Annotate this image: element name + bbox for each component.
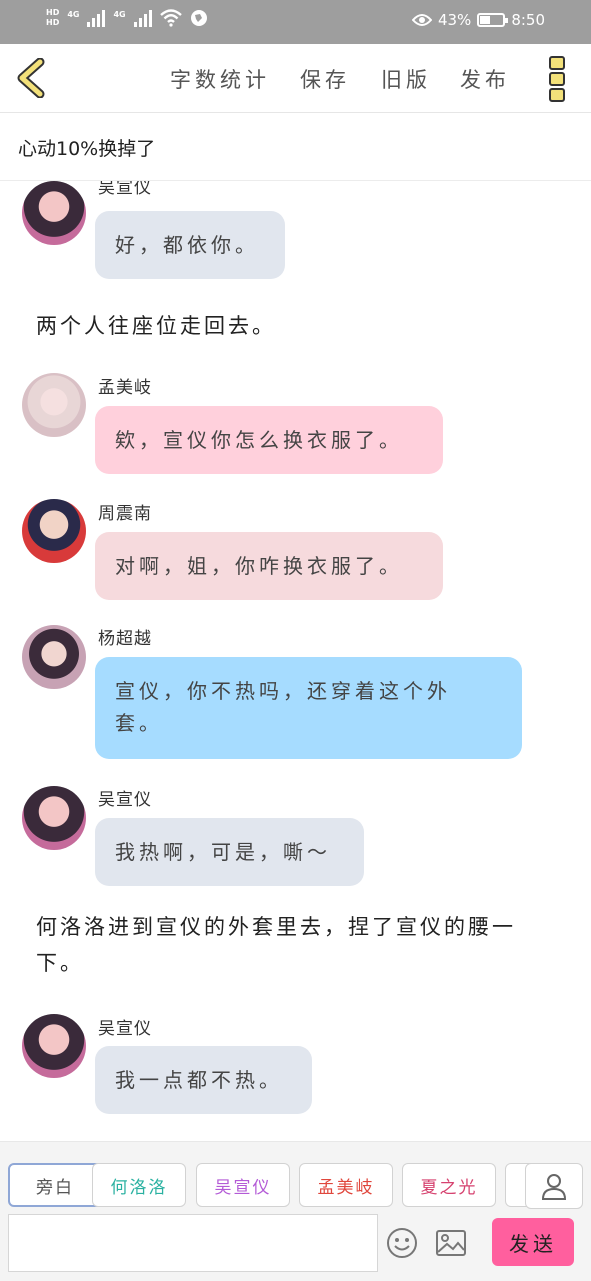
message-bubble[interactable]: 我热啊，可是，嘶～ <box>95 818 364 886</box>
speaker-name: 孟美岐 <box>98 378 152 398</box>
narration-text[interactable]: 两个人往座位走回去。 <box>36 308 276 344</box>
emoji-icon[interactable] <box>385 1226 419 1260</box>
avatar[interactable] <box>22 786 86 850</box>
more-menu-icon[interactable] <box>549 56 571 102</box>
signal-icon-2 <box>133 9 152 27</box>
speaker-name: 吴宣仪 <box>98 181 152 198</box>
role-chip-xiazhiguang[interactable]: 夏之光 <box>402 1163 496 1207</box>
role-chip-mengmeiqi[interactable]: 孟美岐 <box>299 1163 393 1207</box>
net-label-2: 4G <box>113 9 126 19</box>
speaker-name: 周震南 <box>98 504 152 524</box>
message-bubble[interactable]: 宣仪，你不热吗，还穿着这个外 套。 <box>95 657 522 759</box>
narration-line: 下。 <box>36 951 84 975</box>
role-chip-heluoluo[interactable]: 何洛洛 <box>92 1163 186 1207</box>
old-version-button[interactable]: 旧版 <box>381 64 431 94</box>
battery-icon <box>477 13 509 27</box>
signal-icon <box>87 9 106 27</box>
speaker-name: 吴宣仪 <box>98 790 152 810</box>
chat-list[interactable]: 吴宣仪 好，都依你。 两个人往座位走回去。 孟美岐 欸，宣仪你怎么换衣服了。 周… <box>0 181 591 1141</box>
avatar[interactable] <box>22 181 86 245</box>
hd-bottom: HD <box>46 18 60 27</box>
save-button[interactable]: 保存 <box>300 64 350 94</box>
avatar[interactable] <box>22 625 86 689</box>
story-title[interactable]: 心动10%换掉了 <box>18 134 155 161</box>
avatar[interactable] <box>22 1014 86 1078</box>
message-bubble[interactable]: 我一点都不热。 <box>95 1046 312 1114</box>
message-bubble[interactable]: 好，都依你。 <box>95 211 285 279</box>
narration-text[interactable]: 何洛洛进到宣仪的外套里去，捏了宣仪的腰一 下。 <box>36 909 566 981</box>
role-chip-wuxuanyi[interactable]: 吴宣仪 <box>196 1163 290 1207</box>
hd-top: HD <box>46 8 60 17</box>
narration-line: 何洛洛进到宣仪的外套里去，捏了宣仪的腰一 <box>36 915 516 939</box>
message-bubble[interactable]: 对啊，姐，你咋换衣服了。 <box>95 532 443 600</box>
eye-icon <box>411 14 432 26</box>
message-bubble[interactable]: 欸，宣仪你怎么换衣服了。 <box>95 406 443 474</box>
composer-area: 旁白 何洛洛 吴宣仪 孟美岐 夏之光 发送 <box>0 1141 591 1281</box>
wifi-icon <box>159 9 182 27</box>
image-icon[interactable] <box>434 1226 468 1260</box>
speaker-name: 杨超越 <box>98 629 152 649</box>
person-icon <box>541 1174 567 1200</box>
character-manage-button[interactable] <box>525 1163 583 1209</box>
clock: 8:50 <box>511 11 545 29</box>
editor-toolbar: 字数统计 保存 旧版 发布 <box>0 44 591 113</box>
message-line: 宣仪，你不热吗，还穿着这个外 <box>115 679 451 703</box>
battery-percent: 43% <box>437 11 472 29</box>
word-count-button[interactable]: 字数统计 <box>170 64 270 94</box>
role-chip-narrator[interactable]: 旁白 <box>8 1163 102 1207</box>
status-left: HD HD 4G 4G <box>46 8 208 28</box>
vpn-icon <box>190 10 207 26</box>
publish-button[interactable]: 发布 <box>460 64 510 94</box>
send-button[interactable]: 发送 <box>492 1218 574 1266</box>
avatar[interactable] <box>22 499 86 563</box>
status-bar: HD HD 4G 4G 43% 8:50 <box>0 0 591 44</box>
net-label-1: 4G <box>67 9 80 19</box>
status-right: 43% 8:50 <box>411 11 545 29</box>
avatar[interactable] <box>22 373 86 437</box>
message-input[interactable] <box>8 1214 378 1272</box>
speaker-name: 吴宣仪 <box>98 1019 152 1039</box>
back-arrow-icon[interactable] <box>14 58 50 98</box>
hd-indicator: HD HD <box>46 8 59 28</box>
message-line: 套。 <box>115 711 163 735</box>
